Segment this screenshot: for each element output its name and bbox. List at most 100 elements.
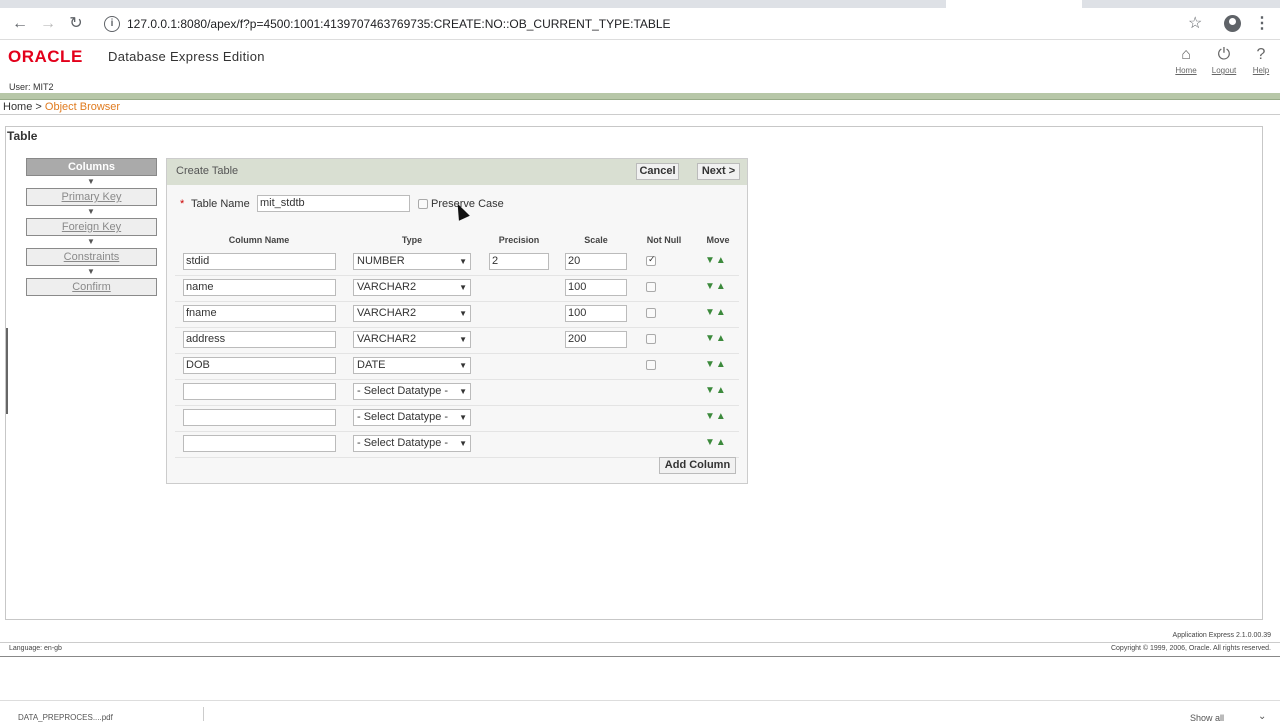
move-down-icon[interactable]: ▼ (705, 333, 716, 344)
not-null-checkbox[interactable] (646, 308, 656, 318)
move-arrows: ▼▲ (705, 307, 727, 318)
scale-input[interactable]: 100 (565, 279, 627, 296)
datatype-select-value: - Select Datatype - (357, 411, 449, 423)
header-bar (0, 93, 1280, 100)
scale-input[interactable]: 100 (565, 305, 627, 322)
move-up-icon[interactable]: ▲ (716, 281, 727, 292)
column-name-input[interactable]: address (183, 331, 336, 348)
home-icon: ⌂ (1181, 46, 1191, 63)
header-precision: Precision (498, 235, 540, 245)
move-down-icon[interactable]: ▼ (705, 307, 716, 318)
wizard-step-primary-key[interactable]: Primary Key (26, 188, 157, 206)
not-null-checkbox[interactable] (646, 254, 656, 266)
active-tab[interactable] (946, 0, 1082, 8)
precision-input[interactable]: 2 (489, 253, 549, 270)
back-icon[interactable]: ← (10, 14, 30, 34)
oracle-logo: ORACLE (8, 47, 83, 66)
move-down-icon[interactable]: ▼ (705, 385, 716, 396)
move-down-icon[interactable]: ▼ (705, 359, 716, 370)
move-up-icon[interactable]: ▲ (716, 437, 727, 448)
wizard-arrow-icon: ▼ (87, 177, 95, 186)
datatype-select[interactable]: DATE ▼ (353, 357, 471, 374)
move-down-icon[interactable]: ▼ (705, 281, 716, 292)
preserve-case-label: Preserve Case (431, 198, 504, 210)
not-null-checkbox[interactable] (646, 360, 656, 370)
reload-icon[interactable]: ↻ (66, 14, 86, 34)
bookmark-star-icon[interactable]: ☆ (1188, 13, 1202, 33)
breadcrumb-home[interactable]: Home (3, 101, 32, 113)
download-item[interactable]: DATA_PREPROCES....pdf (18, 713, 113, 722)
move-up-icon[interactable]: ▲ (716, 255, 727, 266)
wizard-step-confirm[interactable]: Confirm (26, 278, 157, 296)
copyright: Copyright © 1999, 2006, Oracle. All righ… (1110, 645, 1271, 652)
move-up-icon[interactable]: ▲ (716, 333, 727, 344)
datatype-select[interactable]: NUMBER ▼ (353, 253, 471, 270)
scale-input[interactable]: 20 (565, 253, 627, 270)
move-down-icon[interactable]: ▼ (705, 411, 716, 422)
column-name-input[interactable]: stdid (183, 253, 336, 270)
show-all-button[interactable]: Show all (1190, 713, 1224, 723)
app-version: Application Express 2.1.0.00.39 (1172, 632, 1271, 639)
column-name-input[interactable] (183, 383, 336, 400)
datatype-select-value: NUMBER (357, 255, 405, 267)
datatype-select[interactable]: VARCHAR2 ▼ (353, 331, 471, 348)
row-divider (175, 431, 739, 432)
chevron-down-icon[interactable]: ⌄ (1258, 711, 1266, 722)
move-down-icon[interactable]: ▼ (705, 437, 716, 448)
dropdown-arrow-icon: ▼ (459, 361, 467, 370)
move-up-icon[interactable]: ▲ (716, 359, 727, 370)
move-up-icon[interactable]: ▲ (716, 307, 727, 318)
column-name-input[interactable]: fname (183, 305, 336, 322)
datatype-select[interactable]: VARCHAR2 ▼ (353, 279, 471, 296)
add-column-button[interactable]: Add Column (659, 457, 736, 474)
move-up-icon[interactable]: ▲ (716, 385, 727, 396)
site-info-icon[interactable]: i (104, 16, 120, 32)
browser-toolbar: ← → ↻ i 127.0.0.1:8080/apex/f?p=4500:100… (0, 8, 1280, 40)
column-name-input[interactable] (183, 435, 336, 452)
header-type: Type (401, 235, 423, 245)
row-divider (175, 405, 739, 406)
move-arrows: ▼▲ (705, 281, 727, 292)
next-button[interactable]: Next > (697, 163, 740, 180)
datatype-select-value: VARCHAR2 (357, 307, 417, 319)
cancel-button[interactable]: Cancel (636, 163, 679, 180)
account-icon[interactable] (1224, 15, 1241, 32)
download-separator (203, 707, 204, 721)
datatype-select[interactable]: - Select Datatype - ▼ (353, 409, 471, 426)
wizard-step-constraints[interactable]: Constraints (26, 248, 157, 266)
column-name-input[interactable]: name (183, 279, 336, 296)
address-bar[interactable]: 127.0.0.1:8080/apex/f?p=4500:1001:413970… (127, 17, 671, 31)
not-null-checkbox[interactable] (646, 282, 656, 292)
browser-menu-icon[interactable]: ⋮ (1254, 13, 1270, 33)
datatype-select[interactable]: VARCHAR2 ▼ (353, 305, 471, 322)
table-name-input[interactable]: mit_stdtb (257, 195, 410, 212)
help-link[interactable]: ? Help (1241, 45, 1280, 75)
forward-icon[interactable]: → (38, 14, 58, 34)
wizard-arrow-icon: ▼ (87, 267, 95, 276)
dropdown-arrow-icon: ▼ (459, 413, 467, 422)
column-name-input[interactable] (183, 409, 336, 426)
preserve-case-checkbox[interactable] (418, 199, 428, 209)
table-name-label: Table Name (191, 198, 250, 210)
power-icon: ⏻ (1217, 46, 1231, 63)
browser-tab-strip (0, 0, 1280, 8)
datatype-select[interactable]: - Select Datatype - ▼ (353, 435, 471, 452)
logout-link[interactable]: ⏻ Logout (1204, 45, 1244, 75)
datatype-select[interactable]: - Select Datatype - ▼ (353, 383, 471, 400)
not-null-checkbox[interactable] (646, 334, 656, 344)
scale-input[interactable]: 200 (565, 331, 627, 348)
move-arrows: ▼▲ (705, 255, 727, 266)
wizard-step-foreign-key[interactable]: Foreign Key (26, 218, 157, 236)
help-icon: ? (1256, 46, 1266, 63)
left-edge-marker (6, 328, 11, 414)
breadcrumb: Home > Object Browser (3, 101, 120, 113)
datatype-select-value: VARCHAR2 (357, 281, 417, 293)
dropdown-arrow-icon: ▼ (459, 387, 467, 396)
datatype-select-value: - Select Datatype - (357, 385, 449, 397)
move-down-icon[interactable]: ▼ (705, 255, 716, 266)
datatype-select-value: - Select Datatype - (357, 437, 449, 449)
wizard-arrow-icon: ▼ (87, 237, 95, 246)
home-link[interactable]: ⌂ Home (1166, 45, 1206, 75)
column-name-input[interactable]: DOB (183, 357, 336, 374)
move-up-icon[interactable]: ▲ (716, 411, 727, 422)
